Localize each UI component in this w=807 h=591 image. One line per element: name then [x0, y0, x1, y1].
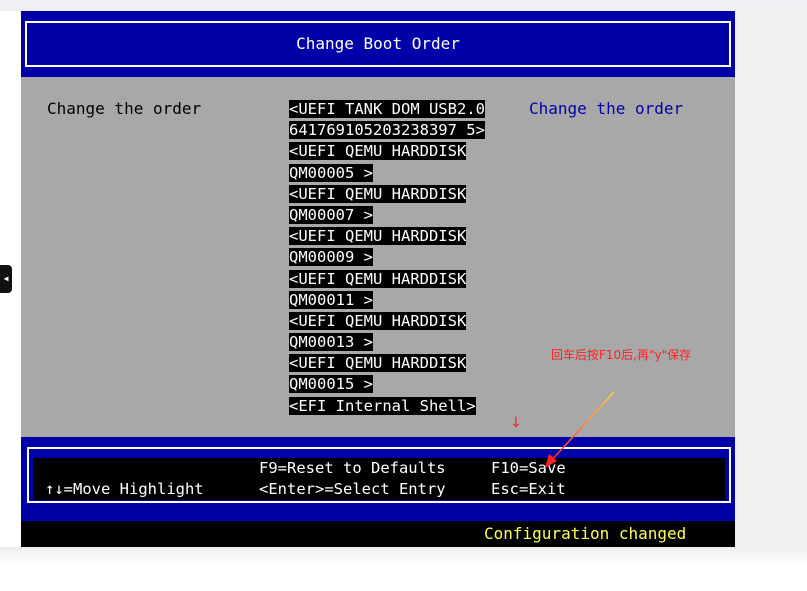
boot-entry-line[interactable]: QM00011 > — [289, 290, 489, 311]
collapse-arrow-icon[interactable]: ◀ — [0, 265, 12, 293]
boot-entry-line[interactable]: <UEFI QEMU HARDDISK — [289, 226, 489, 247]
move-highlight-hint: ↑↓=Move Highlight — [45, 480, 204, 498]
status-bar: Configuration changed — [21, 521, 735, 547]
boot-entry-line[interactable]: <UEFI QEMU HARDDISK — [289, 141, 489, 162]
setting-label: Change the order — [47, 99, 202, 118]
boot-entry-line[interactable]: <UEFI QEMU HARDDISK — [289, 184, 489, 205]
page-title: Change Boot Order — [296, 34, 460, 53]
annotation-note: 回车后按F10后,再"y"保存 — [551, 348, 692, 362]
help-text: Change the order — [529, 99, 684, 118]
boot-entry-line[interactable]: <UEFI QEMU HARDDISK — [289, 311, 489, 332]
reset-defaults-hint: F9=Reset to Defaults — [259, 459, 446, 477]
bottom-area — [0, 547, 807, 591]
title-bar: Change Boot Order — [21, 11, 735, 77]
status-message: Configuration changed — [484, 524, 687, 543]
title-box: Change Boot Order — [25, 21, 731, 67]
boot-entry-line[interactable]: <UEFI QEMU HARDDISK — [289, 353, 489, 374]
annotation-arrow-icon — [545, 391, 615, 468]
top-strip — [0, 0, 807, 11]
boot-entry-line[interactable]: <UEFI QEMU HARDDISK — [289, 269, 489, 290]
boot-entry-line[interactable]: QM00013 > — [289, 332, 489, 353]
footer-inner: F9=Reset to Defaults F10=Save ↑↓=Move Hi… — [33, 458, 725, 500]
boot-entry-line[interactable]: QM00007 > — [289, 205, 489, 226]
boot-entry-line[interactable]: QM00015 > — [289, 374, 489, 395]
boot-entry-line[interactable]: <EFI Internal Shell> — [289, 396, 489, 417]
boot-order-list[interactable]: <UEFI TANK DOM USB2.0 641769105203238397… — [289, 99, 489, 417]
boot-entry-line[interactable]: QM00009 > — [289, 247, 489, 268]
bios-screen: Change Boot Order Change the order Chang… — [21, 11, 735, 547]
boot-entry-line[interactable]: 641769105203238397 5> — [289, 120, 489, 141]
boot-entry-line[interactable]: QM00005 > — [289, 163, 489, 184]
exit-hint: Esc=Exit — [491, 480, 566, 498]
boot-entry-line[interactable]: <UEFI TANK DOM USB2.0 — [289, 99, 489, 120]
down-arrow-icon: ↓ — [510, 415, 522, 431]
footer-box: F9=Reset to Defaults F10=Save ↑↓=Move Hi… — [27, 447, 731, 503]
select-entry-hint: <Enter>=Select Entry — [259, 480, 446, 498]
key-help-footer: F9=Reset to Defaults F10=Save ↑↓=Move Hi… — [21, 437, 735, 547]
right-panel — [735, 11, 807, 547]
